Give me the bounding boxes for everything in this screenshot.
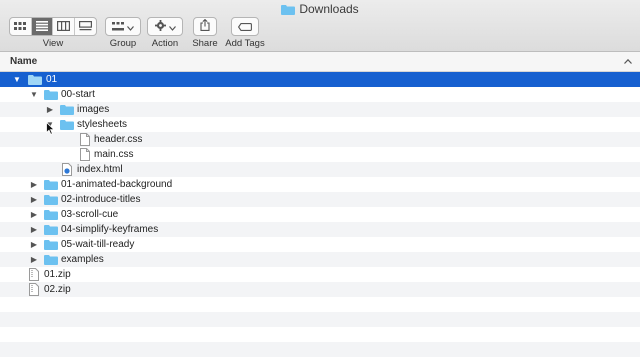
tag-icon — [237, 18, 252, 36]
list-item-label: images — [77, 104, 110, 115]
mouse-pointer-icon — [46, 121, 56, 140]
name-column-header[interactable]: Name — [10, 56, 37, 67]
empty-row — [0, 342, 640, 357]
disclosure-collapsed-icon[interactable]: ▶ — [29, 177, 39, 192]
disclosure-collapsed-icon[interactable]: ▶ — [29, 192, 39, 207]
empty-row — [0, 312, 640, 327]
gallery-icon — [78, 18, 92, 35]
list-item-label: main.css — [94, 149, 134, 160]
list-item-label: stylesheets — [77, 119, 128, 130]
list-item-stylesheets[interactable]: ▼ stylesheets — [0, 117, 640, 132]
disclosure-collapsed-icon[interactable]: ▶ — [29, 237, 39, 252]
list-item-main-css[interactable]: main.css — [0, 147, 640, 162]
list-item-label: 01 — [46, 74, 58, 85]
list-item-examples[interactable]: ▶ examples — [0, 252, 640, 267]
column-header-row: Name — [0, 52, 640, 72]
finder-toolbar: Downloads View Group Action Share Add Ta… — [0, 0, 640, 52]
file-list: ▼ 01 ▼ 00-start ▶ images ▼ stylesheets h… — [0, 72, 640, 360]
list-icon — [35, 18, 48, 35]
disclosure-collapsed-icon[interactable]: ▶ — [29, 252, 39, 267]
group-label: Group — [109, 38, 137, 49]
list-item-label: 02.zip — [44, 284, 71, 295]
list-item-01[interactable]: ▼ 01 — [0, 72, 640, 87]
list-item-label: 04-simplify-keyframes — [61, 224, 159, 235]
list-item-label: examples — [61, 254, 104, 265]
add-tags-control[interactable] — [231, 17, 259, 36]
list-item-label: 05-wait-till-ready — [61, 239, 135, 250]
disclosure-expanded-icon[interactable]: ▼ — [29, 87, 39, 102]
chevron-down-icon — [127, 18, 134, 36]
list-item-label: 01-animated-background — [61, 179, 173, 190]
group-control[interactable] — [105, 17, 141, 36]
list-item-02-zip[interactable]: 02.zip — [0, 282, 640, 297]
list-item-03-scroll-cue[interactable]: ▶ 03-scroll-cue — [0, 207, 640, 222]
action-label: Action — [151, 38, 179, 49]
list-item-label: 00-start — [61, 89, 95, 100]
add-tags-label: Add Tags — [225, 38, 265, 49]
empty-row — [0, 327, 640, 342]
chevron-down-icon — [168, 18, 176, 36]
list-item-00-start[interactable]: ▼ 00-start — [0, 87, 640, 102]
column-view-button[interactable] — [53, 18, 75, 35]
list-item-04-simplify-keyframes[interactable]: ▶ 04-simplify-keyframes — [0, 222, 640, 237]
window-title-text: Downloads — [299, 2, 359, 16]
gear-icon — [154, 18, 166, 36]
list-item-label: header.css — [94, 134, 143, 145]
view-segmented-control — [9, 17, 97, 36]
folder-icon — [281, 4, 296, 18]
share-icon — [200, 18, 210, 36]
list-item-label: index.html — [77, 164, 123, 175]
share-label: Share — [192, 38, 218, 49]
list-item-01-zip[interactable]: 01.zip — [0, 267, 640, 282]
grid-icon — [14, 18, 27, 35]
empty-row — [0, 297, 640, 312]
columns-icon — [56, 18, 70, 35]
list-item-header-css[interactable]: header.css — [0, 132, 640, 147]
list-item-index-html[interactable]: index.html — [0, 162, 640, 177]
list-view-button[interactable] — [31, 18, 53, 35]
share-control[interactable] — [193, 17, 217, 36]
list-item-01-animated-background[interactable]: ▶ 01-animated-background — [0, 177, 640, 192]
disclosure-collapsed-icon[interactable]: ▶ — [29, 207, 39, 222]
disclosure-expanded-icon[interactable]: ▼ — [12, 72, 22, 87]
disclosure-collapsed-icon[interactable]: ▶ — [45, 102, 55, 117]
list-item-label: 01.zip — [44, 269, 71, 280]
list-item-02-introduce-titles[interactable]: ▶ 02-introduce-titles — [0, 192, 640, 207]
disclosure-collapsed-icon[interactable]: ▶ — [29, 222, 39, 237]
list-item-images[interactable]: ▶ images — [0, 102, 640, 117]
icon-view-button[interactable] — [10, 18, 32, 35]
list-item-05-wait-till-ready[interactable]: ▶ 05-wait-till-ready — [0, 237, 640, 252]
action-control[interactable] — [147, 17, 183, 36]
gallery-view-button[interactable] — [75, 18, 96, 35]
window-title: Downloads — [0, 2, 640, 18]
sort-chevron-icon[interactable] — [624, 56, 632, 66]
view-label: View — [42, 38, 64, 49]
list-item-label: 02-introduce-titles — [61, 194, 141, 205]
list-item-label: 03-scroll-cue — [61, 209, 119, 220]
group-grid-icon — [112, 18, 124, 36]
